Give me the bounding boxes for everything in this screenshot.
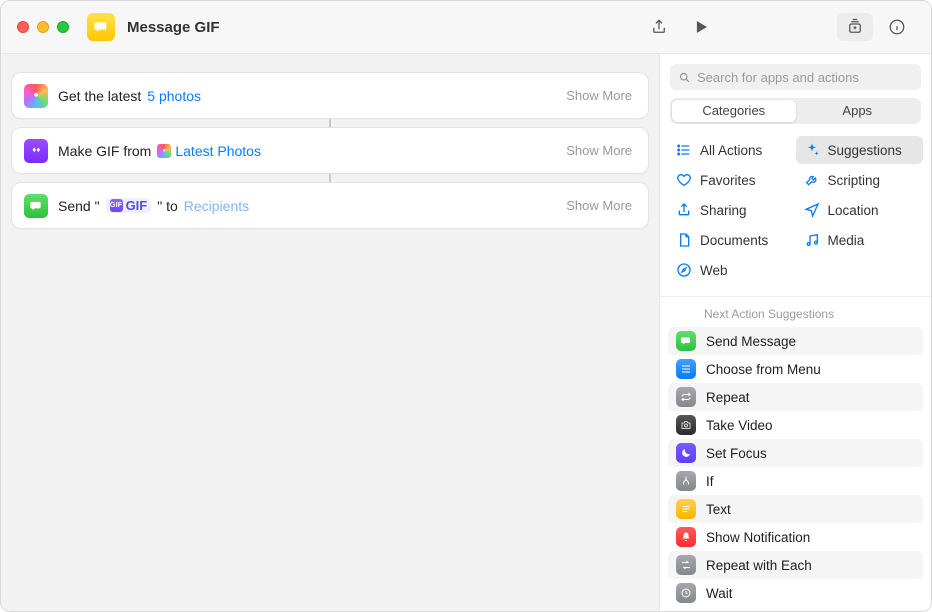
cat-sharing[interactable]: Sharing [668, 196, 796, 224]
suggestion-repeat-with-each[interactable]: Repeat with Each [668, 551, 923, 579]
photos-mini-icon [157, 144, 171, 158]
cat-all-actions[interactable]: All Actions [668, 136, 796, 164]
suggestion-send-message[interactable]: Send Message [668, 327, 923, 355]
minimize-window-button[interactable] [37, 21, 49, 33]
show-more-button[interactable]: Show More [566, 88, 632, 103]
suggestion-if[interactable]: If [668, 467, 923, 495]
location-icon [804, 202, 820, 218]
gif-icon [24, 139, 48, 163]
close-window-button[interactable] [17, 21, 29, 33]
action-connector [329, 174, 331, 182]
share-icon [676, 202, 692, 218]
cat-media[interactable]: Media [796, 226, 924, 254]
show-more-button[interactable]: Show More [566, 143, 632, 158]
shortcut-badge-icon [87, 13, 115, 41]
doc-icon [676, 232, 692, 248]
zoom-window-button[interactable] [57, 21, 69, 33]
suggestion-take-video[interactable]: Take Video [668, 411, 923, 439]
list-icon [676, 142, 692, 158]
share-button[interactable] [641, 13, 677, 41]
bell-icon [676, 527, 696, 547]
camera-icon [676, 415, 696, 435]
cat-scripting[interactable]: Scripting [796, 166, 924, 194]
repeat-each-icon [676, 555, 696, 575]
text-icon [676, 499, 696, 519]
search-icon [678, 71, 691, 84]
messages-icon [24, 194, 48, 218]
action-title: Get the latest 5 photos [58, 88, 201, 104]
safari-icon [676, 262, 692, 278]
action-make-gif[interactable]: Make GIF from Latest Photos Show More [11, 127, 649, 174]
action-get-latest-photos[interactable]: Get the latest 5 photos Show More [11, 72, 649, 119]
suggestion-choose-from-menu[interactable]: Choose from Menu [668, 355, 923, 383]
library-tabs[interactable]: Categories Apps [670, 98, 921, 124]
search-input[interactable] [697, 70, 913, 85]
show-more-button[interactable]: Show More [566, 198, 632, 213]
branch-icon [676, 471, 696, 491]
gif-source-token[interactable]: Latest Photos [157, 143, 261, 159]
photo-count-token[interactable]: 5 photos [147, 88, 201, 104]
wrench-icon [804, 172, 820, 188]
suggestions-list: Send Message Choose from Menu Repeat Tak… [660, 327, 931, 611]
suggestion-wait[interactable]: Wait [668, 579, 923, 607]
app-window: Message GIF [0, 0, 932, 612]
action-connector [329, 119, 331, 127]
cat-web[interactable]: Web [668, 256, 796, 284]
suggestion-repeat[interactable]: Repeat [668, 383, 923, 411]
messages-icon [676, 331, 696, 351]
action-title: Make GIF from Latest Photos [58, 143, 261, 159]
cat-favorites[interactable]: Favorites [668, 166, 796, 194]
library-panel: Categories Apps All Actions Suggestions … [659, 54, 931, 611]
action-title: Send " GIF GIF " to Recipients [58, 198, 249, 214]
clock-icon [676, 583, 696, 603]
repeat-icon [676, 387, 696, 407]
gif-mini-icon: GIF [110, 199, 123, 212]
gif-variable-pill[interactable]: GIF GIF [106, 198, 152, 213]
shortcut-title: Message GIF [127, 19, 220, 36]
action-send-message[interactable]: Send " GIF GIF " to Recipients Show More [11, 182, 649, 229]
photos-icon [24, 84, 48, 108]
music-icon [804, 232, 820, 248]
window-controls [17, 21, 69, 33]
category-grid: All Actions Suggestions Favorites Script… [660, 134, 931, 297]
toolbar: Message GIF [1, 1, 931, 54]
info-button[interactable] [879, 13, 915, 41]
sparkle-icon [804, 142, 820, 158]
cat-location[interactable]: Location [796, 196, 924, 224]
tab-categories[interactable]: Categories [672, 100, 796, 122]
suggestion-text[interactable]: Text [668, 495, 923, 523]
editor-canvas[interactable]: Get the latest 5 photos Show More Make G… [1, 54, 659, 611]
suggestion-show-notification[interactable]: Show Notification [668, 523, 923, 551]
cat-suggestions[interactable]: Suggestions [796, 136, 924, 164]
search-field[interactable] [670, 64, 921, 90]
recipients-token[interactable]: Recipients [184, 198, 249, 214]
heart-icon [676, 172, 692, 188]
menu-icon [676, 359, 696, 379]
tab-apps[interactable]: Apps [796, 100, 920, 122]
suggestions-header: Next Action Suggestions [660, 297, 931, 327]
suggestion-set-focus[interactable]: Set Focus [668, 439, 923, 467]
moon-icon [676, 443, 696, 463]
cat-documents[interactable]: Documents [668, 226, 796, 254]
library-toggle-button[interactable] [837, 13, 873, 41]
run-button[interactable] [683, 13, 719, 41]
